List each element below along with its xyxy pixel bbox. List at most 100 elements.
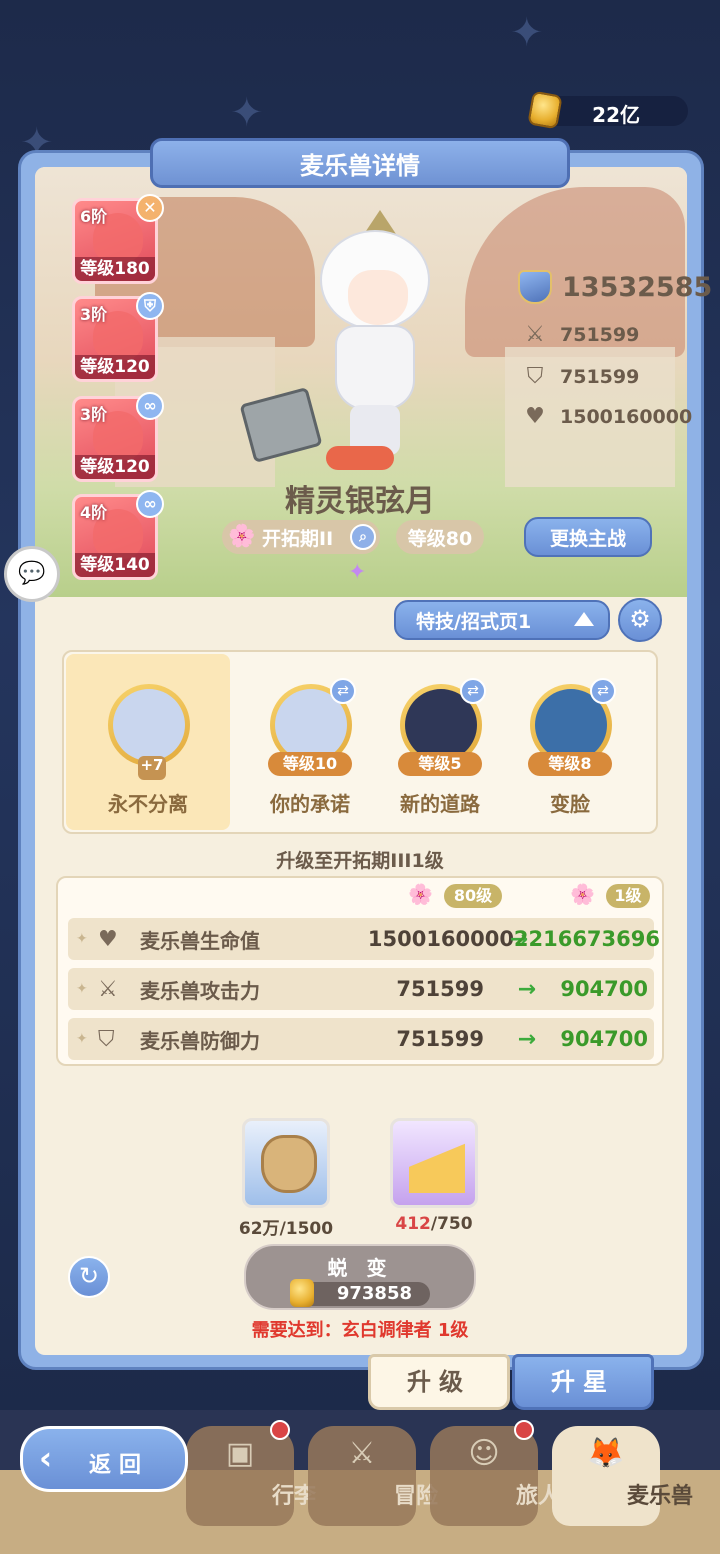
skills-row: +7 永不分离 ⇄ 等级10 你的承诺 ⇄ 等级5 新的道路 ⇄ 等级8 变脸 [62, 650, 658, 834]
evolve-label: 蜕 变 [327, 1256, 393, 1280]
nav-adventure[interactable]: ⚔ 冒险 [308, 1426, 438, 1526]
upgrade-row-hp: ✦ ♥ 麦乐兽生命值 1500160000 → 2216673696 [68, 918, 660, 960]
back-arrow-icon: ‹ [39, 1439, 61, 1477]
beast-level: 等级140 [75, 553, 155, 577]
skill-slot-2[interactable]: ⇄ 等级10 你的承诺 [240, 652, 370, 832]
hp-value: 1500160000 [560, 405, 693, 428]
character-model[interactable] [300, 210, 450, 470]
upgrade-row-defense: ✦ ⛉ 麦乐兽防御力 751599 → 904700 [68, 1018, 654, 1060]
hp-stat: ♥ 1500160000 [520, 404, 692, 429]
beast-tier: 3阶 [80, 405, 108, 424]
tab-upgrade[interactable]: 升级 [368, 1354, 510, 1410]
currency-display: 22亿 [527, 90, 688, 130]
material-cheese[interactable] [390, 1118, 478, 1208]
row-label: 麦乐兽生命值 [140, 928, 260, 953]
upgrade-table: 🌸 80级 🌸 1级 ✦ ♥ 麦乐兽生命值 1500160000 → 22166… [56, 876, 664, 1066]
currency-value: 22亿 [592, 103, 640, 127]
skill-slot-3[interactable]: ⇄ 等级5 新的道路 [370, 652, 500, 832]
link-badge-icon: ∞ [136, 490, 164, 518]
skill-slot-1[interactable]: +7 永不分离 [78, 652, 208, 832]
row-label: 麦乐兽攻击力 [140, 978, 260, 1003]
row-label: 麦乐兽防御力 [140, 1028, 260, 1053]
beast-tier: 4阶 [80, 503, 108, 522]
stage-label: 开拓期II [262, 527, 334, 550]
character-name: 精灵银弦月 [285, 484, 435, 519]
beast-level: 等级120 [75, 355, 155, 379]
row-old-value: 1500160000 [367, 927, 514, 951]
shield-icon: ⛉ [98, 1026, 115, 1052]
power-value: 13532585 [562, 271, 713, 303]
notification-dot [514, 1420, 534, 1440]
material-count-1: 62万/1500 [238, 1219, 334, 1239]
skill-name: 新的道路 [400, 792, 480, 816]
flower-icon: 🌸 [570, 882, 595, 906]
rarity-tag [326, 446, 394, 470]
beast-level: 等级120 [75, 455, 155, 479]
swap-main-button[interactable]: 更换主战 [524, 517, 652, 557]
magnifier-icon[interactable]: ⌕ [350, 524, 376, 550]
swords-icon: ⚔ [525, 322, 545, 347]
upgrade-row-attack: ✦ ⚔ 麦乐兽攻击力 751599 → 904700 [68, 968, 654, 1010]
nav-beasts[interactable]: 🦊 麦乐兽 [552, 1426, 693, 1526]
skill-page-dropdown[interactable]: 特技/招式页1 [394, 600, 610, 640]
swap-icon[interactable]: ⇄ [460, 678, 486, 704]
nav-luggage[interactable]: ▣ 行李 [186, 1420, 316, 1526]
row-old-value: 751599 [396, 1027, 484, 1051]
evolve-requirement: 需要达到：玄白调律者 1级 [251, 1320, 469, 1341]
row-new-value: 904700 [560, 977, 648, 1001]
back-button[interactable]: ‹ 返回 [20, 1426, 188, 1492]
heart-icon: ♥ [98, 926, 118, 952]
row-old-value: 751599 [396, 977, 484, 1001]
defense-value: 751599 [560, 365, 640, 388]
skill-level: 等级8 [528, 752, 612, 776]
flower-icon: 🌸 [408, 882, 433, 906]
shield-badge-icon: ⛨ [136, 292, 164, 320]
sparkle-icon: ✦ [348, 560, 367, 585]
attack-stat: ⚔ 751599 [520, 322, 639, 347]
tab-star-up[interactable]: 升星 [512, 1354, 654, 1410]
flower-icon: 🌸 [228, 524, 256, 549]
chat-bubble-icon[interactable]: 💬 [4, 546, 60, 602]
power-shield-icon [518, 270, 552, 304]
swap-icon[interactable]: ⇄ [330, 678, 356, 704]
skill-level: 等级5 [398, 752, 482, 776]
swap-icon[interactable]: ⇄ [590, 678, 616, 704]
skill-name: 变脸 [550, 792, 590, 816]
skill-level: 等级10 [268, 752, 352, 776]
material-count-2: 412/750 [395, 1214, 473, 1234]
paw-bag-icon [261, 1135, 317, 1193]
crossed-swords-icon: ⚔ [348, 1436, 376, 1471]
panel-title: 麦乐兽详情 [150, 138, 570, 188]
evolve-cost: 973858 [290, 1279, 430, 1307]
arrow-right-icon: → [517, 1026, 536, 1052]
refresh-icon[interactable]: ↻ [68, 1256, 110, 1298]
swords-icon: ⚔ [98, 976, 118, 1002]
luggage-icon: ▣ [225, 1436, 255, 1471]
cheese-icon [409, 1143, 465, 1193]
attack-value: 751599 [560, 323, 640, 346]
combat-power: 13532585 [518, 270, 712, 304]
triangle-up-icon [574, 612, 594, 626]
beast-level: 等级180 [75, 257, 155, 281]
skill-name: 永不分离 [108, 792, 188, 816]
beast-tier: 6阶 [80, 207, 108, 226]
beast-tier: 3阶 [80, 305, 108, 324]
notification-dot [270, 1420, 290, 1440]
coin-icon [527, 90, 563, 130]
heart-icon: ♥ [525, 404, 545, 429]
evolve-button[interactable]: 蜕 变 973858 [244, 1244, 476, 1310]
row-new-value: 2216673696 [513, 927, 660, 951]
nav-traveler[interactable]: ☺ 旅人 [430, 1420, 560, 1526]
traveler-icon: ☺ [468, 1436, 500, 1471]
close-icon[interactable]: ✕ [136, 194, 164, 222]
shield-icon: ⛉ [526, 364, 544, 389]
skill-slot-4[interactable]: ⇄ 等级8 变脸 [500, 652, 630, 832]
skill-name: 你的承诺 [270, 792, 350, 816]
character-level: 等级80 [396, 520, 484, 554]
skill-plus: +7 [138, 756, 166, 780]
stage-pill: 🌸 开拓期II ⌕ [222, 520, 380, 554]
material-paw-bag[interactable] [242, 1118, 330, 1208]
gear-icon[interactable]: ⚙ [618, 598, 662, 642]
row-new-value: 904700 [560, 1027, 648, 1051]
from-level-badge: 80级 [444, 884, 502, 908]
